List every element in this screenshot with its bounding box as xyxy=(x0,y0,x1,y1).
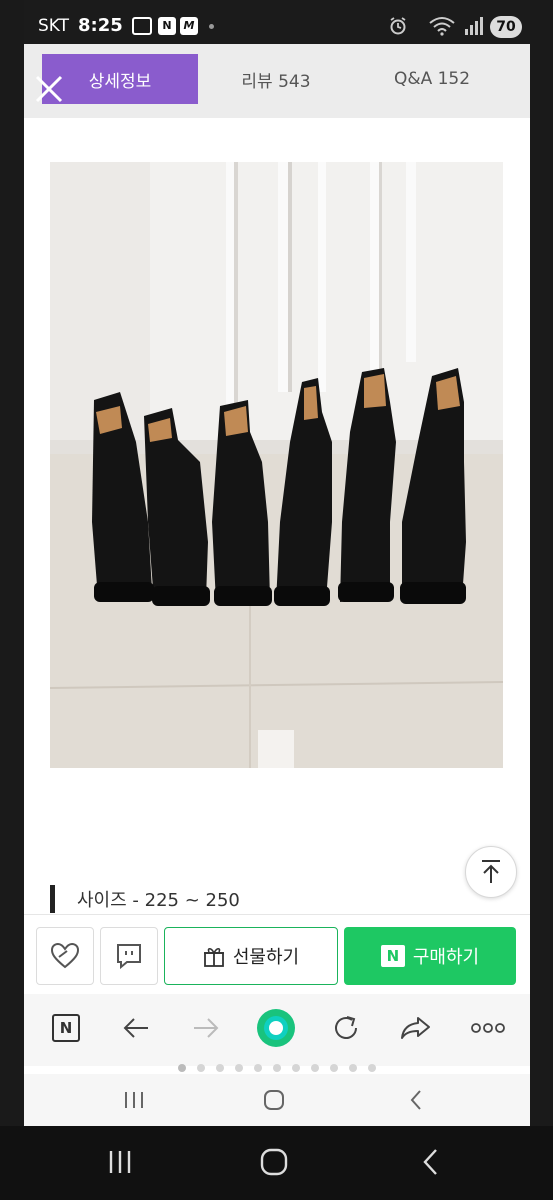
product-photo xyxy=(50,162,503,768)
greendot-icon xyxy=(257,1009,295,1047)
reload-icon xyxy=(335,1016,357,1039)
back-chevron-icon xyxy=(423,1149,437,1175)
recent-apps-icon xyxy=(125,1092,143,1108)
home-icon xyxy=(260,1148,288,1176)
naver-home-button[interactable]: N xyxy=(46,1008,86,1048)
naver-icon: N xyxy=(52,1014,80,1042)
page-dot xyxy=(311,1064,319,1072)
back-chevron-icon xyxy=(410,1090,421,1110)
alarm-icon xyxy=(390,17,406,35)
chat-icon xyxy=(117,944,141,970)
naver-notification-icon: N xyxy=(158,17,176,35)
page-dot xyxy=(349,1064,357,1072)
tab-reviews[interactable]: 리뷰 543 xyxy=(198,54,354,104)
arrow-up-icon xyxy=(482,860,500,883)
product-detail-screen: 상세정보 리뷰 543 Q&A 152 사이즈 - 225 ~ 250 선물하기… xyxy=(24,44,530,1126)
back-button[interactable] xyxy=(410,1146,450,1178)
more-notifications-dot xyxy=(209,24,214,29)
home-button-inner[interactable] xyxy=(254,1084,294,1116)
page-dot xyxy=(273,1064,281,1072)
more-button[interactable] xyxy=(468,1008,508,1048)
back-button[interactable] xyxy=(116,1008,156,1048)
scroll-to-top-button[interactable] xyxy=(465,846,517,898)
android-nav-bar-inner xyxy=(24,1074,530,1126)
section-marker xyxy=(50,885,55,913)
tab-reviews-label: 리뷰 543 xyxy=(241,71,311,92)
share-arrow-icon xyxy=(401,1017,430,1039)
forward-button[interactable] xyxy=(186,1008,226,1048)
wishlist-button[interactable] xyxy=(36,927,94,985)
purchase-action-bar: 선물하기 N 구매하기 xyxy=(24,914,530,994)
recent-apps-icon xyxy=(109,1151,131,1173)
page-indicator xyxy=(24,1064,530,1074)
system-nav-bar xyxy=(0,1126,553,1200)
page-dot xyxy=(197,1064,205,1072)
gift-button[interactable]: 선물하기 xyxy=(164,927,338,985)
tab-qna-label: Q&A 152 xyxy=(393,69,471,89)
arrow-right-icon xyxy=(194,1018,219,1038)
share-button[interactable] xyxy=(396,1008,436,1048)
talk-button[interactable] xyxy=(100,927,158,985)
green-dot-button[interactable] xyxy=(256,1008,296,1048)
carrier-label: SKT xyxy=(38,16,70,36)
wifi-icon xyxy=(429,17,455,36)
battery-indicator: 70 xyxy=(490,16,522,38)
home-button[interactable] xyxy=(254,1146,294,1178)
page-dot xyxy=(292,1064,300,1072)
page-dot xyxy=(216,1064,224,1072)
home-icon xyxy=(264,1090,284,1110)
gift-icon xyxy=(203,947,224,967)
clock: 8:25 xyxy=(78,15,123,36)
heart-icon xyxy=(50,942,80,969)
naver-pay-badge: N xyxy=(380,945,405,967)
tab-bar: 상세정보 리뷰 543 Q&A 152 xyxy=(24,44,530,118)
page-dot xyxy=(368,1064,376,1072)
arrow-left-icon xyxy=(123,1018,148,1038)
close-icon[interactable] xyxy=(34,74,64,104)
size-text: 사이즈 - 225 ~ 250 xyxy=(77,890,240,911)
buy-button[interactable]: N 구매하기 xyxy=(344,927,516,985)
page-dot xyxy=(254,1064,262,1072)
buy-label: 구매하기 xyxy=(412,947,480,968)
screenshot-icon xyxy=(132,17,152,35)
tab-details[interactable]: 상세정보 xyxy=(42,54,198,104)
more-dots-icon xyxy=(471,1023,505,1033)
page-dot xyxy=(235,1064,243,1072)
recent-apps-button[interactable] xyxy=(100,1146,140,1178)
back-button-inner[interactable] xyxy=(396,1084,436,1116)
page-dot xyxy=(330,1064,338,1072)
size-info: 사이즈 - 225 ~ 250 xyxy=(50,884,240,914)
reload-button[interactable] xyxy=(326,1008,366,1048)
recent-apps-button-inner[interactable] xyxy=(114,1084,154,1116)
signal-icon xyxy=(465,17,483,35)
mstock-notification-icon: M xyxy=(180,17,198,35)
gift-label: 선물하기 xyxy=(232,947,300,968)
page-dot xyxy=(178,1064,186,1072)
tab-qna[interactable]: Q&A 152 xyxy=(354,54,510,104)
tab-details-label: 상세정보 xyxy=(88,71,152,92)
browser-toolbar: N xyxy=(24,994,530,1066)
